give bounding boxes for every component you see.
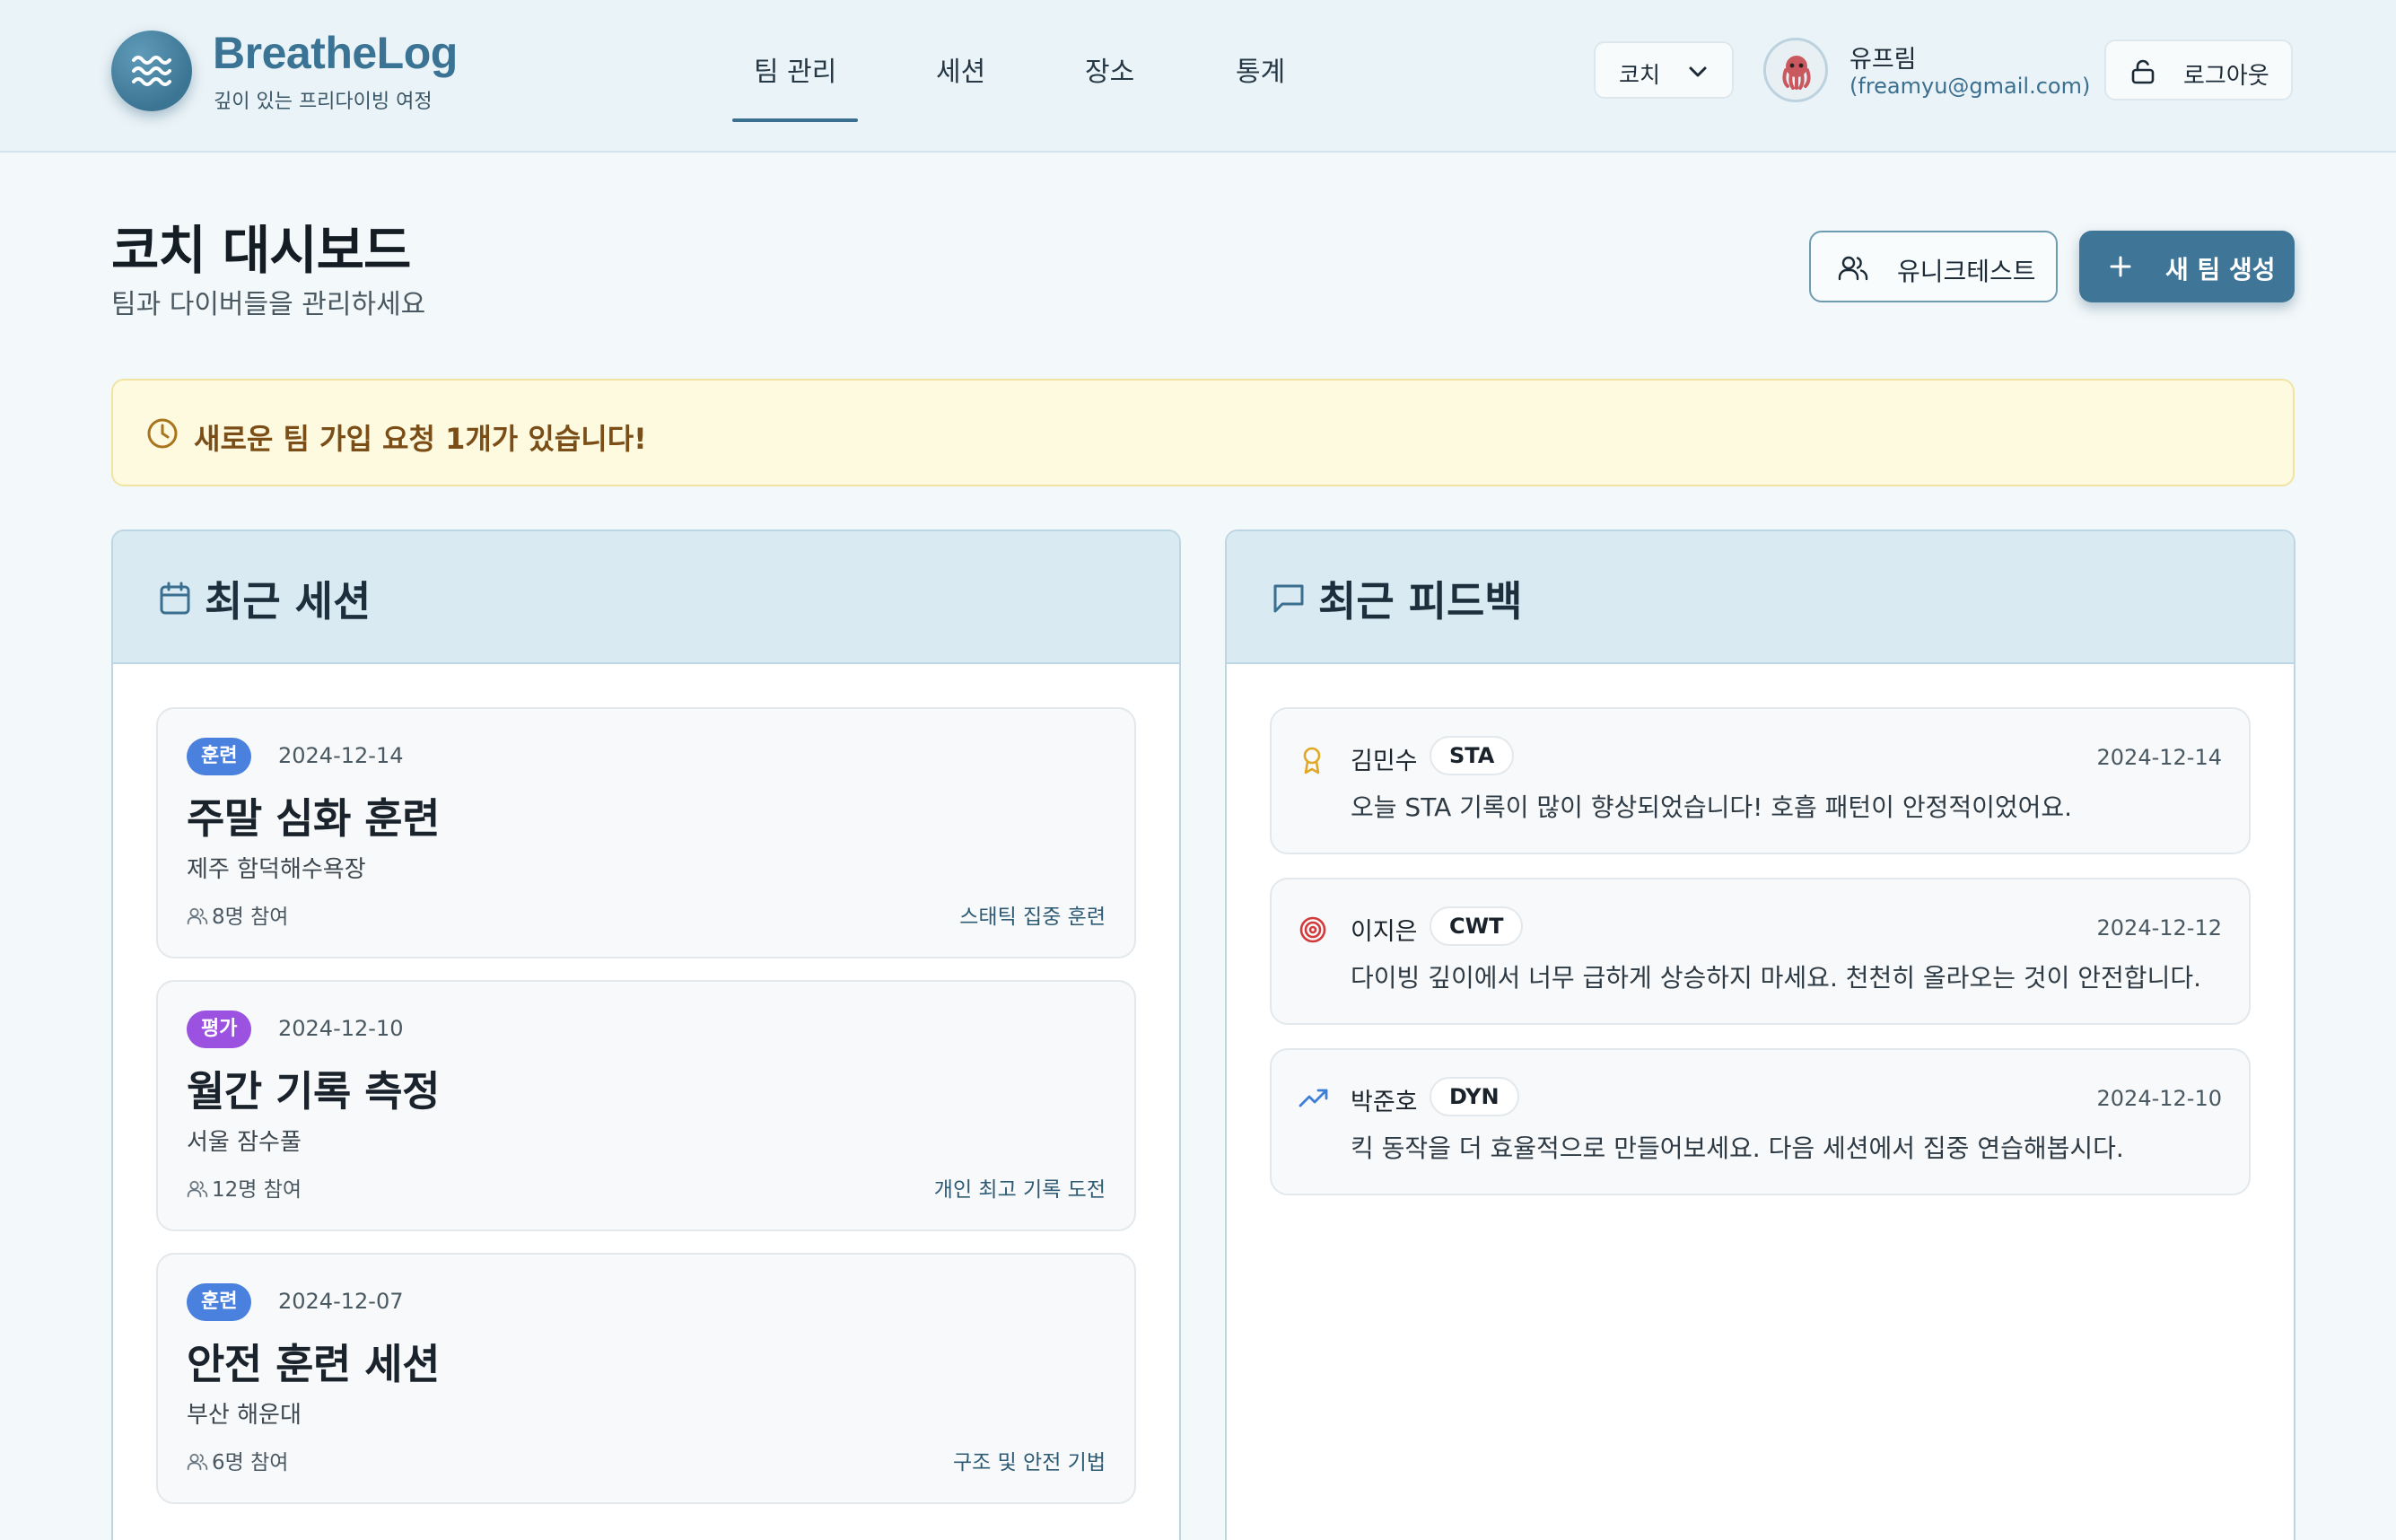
users-icon bbox=[187, 1453, 208, 1471]
recent-feedback-header: 최근 피드백 bbox=[1227, 531, 2294, 664]
recent-feedback-title: 최근 피드백 bbox=[1318, 577, 1523, 626]
session-card[interactable]: 훈련 2024-12-14 주말 심화 훈련 제주 함덕해수욕장 8명 참여 스… bbox=[156, 707, 1136, 958]
session-type-badge: 훈련 bbox=[187, 1283, 252, 1321]
notice-text: 새로운 팀 가입 요청 1개가 있습니다! bbox=[194, 422, 647, 456]
feedback-text: 오늘 STA 기록이 많이 향상되었습니다! 호흡 패턴이 안정적이었어요. bbox=[1351, 792, 2073, 822]
diver-name: 박준호 bbox=[1351, 1089, 1418, 1116]
trending-up-icon bbox=[1299, 1089, 1328, 1107]
recent-feedback-panel: 최근 피드백 김민수 STA 2024-12-14 오늘 STA 기록이 많이 … bbox=[1225, 529, 2295, 1540]
brand-name[interactable]: BreatheLog bbox=[213, 27, 458, 79]
feedback-date: 2024-12-14 bbox=[2096, 745, 2222, 770]
recent-sessions-panel: 최근 세션 훈련 2024-12-14 주말 심화 훈련 제주 함덕해수욕장 8… bbox=[111, 529, 1181, 1540]
participants-count: 12명 참여 bbox=[212, 1178, 302, 1202]
team-select-button[interactable]: 유니크테스트 bbox=[1809, 231, 2058, 302]
users-icon bbox=[1838, 256, 1868, 281]
session-location: 부산 해운대 bbox=[187, 1402, 302, 1429]
page-title: 코치 대시보드 bbox=[111, 220, 411, 281]
user-email: (freamyu@gmail.com) bbox=[1849, 74, 2091, 99]
session-focus: 개인 최고 기록 도전 bbox=[933, 1178, 1106, 1202]
octopus-avatar-icon bbox=[1782, 56, 1811, 90]
session-participants: 8명 참여 bbox=[187, 899, 288, 930]
target-icon bbox=[1299, 916, 1326, 943]
session-title: 주말 심화 훈련 bbox=[187, 794, 440, 843]
session-location: 서울 잠수풀 bbox=[187, 1129, 302, 1156]
message-square-icon bbox=[1273, 584, 1304, 613]
tab-locations[interactable]: 장소 bbox=[1085, 49, 1134, 89]
role-select-value: 코치 bbox=[1619, 62, 1661, 88]
wave-logo-icon[interactable] bbox=[111, 31, 192, 111]
session-location: 제주 함덕해수욕장 bbox=[187, 856, 366, 883]
chevron-down-icon bbox=[1689, 66, 1707, 77]
feedback-card[interactable]: 박준호 DYN 2024-12-10 킥 동작을 더 효율적으로 만들어보세요.… bbox=[1270, 1048, 2251, 1195]
logout-button[interactable]: 로그아웃 bbox=[2104, 39, 2293, 101]
feedback-card[interactable]: 김민수 STA 2024-12-14 오늘 STA 기록이 많이 향상되었습니다… bbox=[1270, 707, 2251, 854]
brand-tagline: 깊이 있는 프리다이빙 여정 bbox=[214, 91, 433, 113]
page-subtitle: 팀과 다이버들을 관리하세요 bbox=[111, 289, 426, 320]
user-name: 유프림 bbox=[1849, 46, 1917, 74]
session-date: 2024-12-14 bbox=[278, 743, 404, 768]
discipline-tag: CWT bbox=[1430, 906, 1524, 946]
recent-sessions-title: 최근 세션 bbox=[205, 577, 372, 626]
top-navigation-bar: BreatheLog 깊이 있는 프리다이빙 여정 팀 관리 세션 장소 통계 … bbox=[0, 0, 2396, 153]
discipline-tag: DYN bbox=[1430, 1077, 1519, 1116]
tab-sessions[interactable]: 세션 bbox=[936, 49, 985, 89]
discipline-tag: STA bbox=[1430, 736, 1515, 775]
avatar[interactable] bbox=[1763, 38, 1828, 102]
users-icon bbox=[187, 907, 208, 925]
create-team-label: 새 팀 생성 bbox=[2165, 255, 2276, 284]
plus-icon bbox=[2110, 256, 2131, 277]
clock-icon bbox=[147, 418, 178, 449]
session-participants: 6명 참여 bbox=[187, 1445, 288, 1475]
feedback-date: 2024-12-12 bbox=[2096, 915, 2222, 941]
tab-team-management[interactable]: 팀 관리 bbox=[754, 49, 836, 89]
join-request-notice[interactable]: 새로운 팀 가입 요청 1개가 있습니다! bbox=[111, 379, 2295, 486]
diver-name: 이지은 bbox=[1351, 918, 1418, 946]
participants-count: 6명 참여 bbox=[212, 1451, 289, 1474]
feedback-text: 다이빙 깊이에서 너무 급하게 상승하지 마세요. 천천히 올라오는 것이 안전… bbox=[1351, 963, 2201, 993]
session-focus: 스태틱 집중 훈련 bbox=[959, 906, 1106, 929]
award-icon bbox=[1303, 747, 1321, 774]
session-card[interactable]: 훈련 2024-12-07 안전 훈련 세션 부산 해운대 6명 참여 구조 및… bbox=[156, 1253, 1136, 1504]
session-date: 2024-12-10 bbox=[278, 1016, 404, 1041]
active-tab-indicator bbox=[732, 118, 858, 122]
unlock-icon bbox=[2131, 59, 2155, 84]
users-icon bbox=[187, 1180, 208, 1198]
session-focus: 구조 및 안전 기법 bbox=[952, 1451, 1106, 1474]
participants-count: 8명 참여 bbox=[212, 906, 289, 929]
session-date: 2024-12-07 bbox=[278, 1289, 404, 1314]
role-select[interactable]: 코치 bbox=[1594, 41, 1734, 99]
session-participants: 12명 참여 bbox=[187, 1172, 302, 1203]
session-title: 월간 기록 측정 bbox=[187, 1067, 440, 1116]
feedback-card[interactable]: 이지은 CWT 2024-12-12 다이빙 깊이에서 너무 급하게 상승하지 … bbox=[1270, 878, 2251, 1025]
session-title: 안전 훈련 세션 bbox=[187, 1340, 440, 1388]
recent-sessions-header: 최근 세션 bbox=[113, 531, 1179, 664]
tab-statistics[interactable]: 통계 bbox=[1236, 49, 1285, 89]
session-type-badge: 훈련 bbox=[187, 738, 252, 775]
session-card[interactable]: 평가 2024-12-10 월간 기록 측정 서울 잠수풀 12명 참여 개인 … bbox=[156, 980, 1136, 1231]
session-type-badge: 평가 bbox=[187, 1011, 252, 1048]
calendar-icon bbox=[160, 582, 190, 615]
create-team-button[interactable]: 새 팀 생성 bbox=[2079, 231, 2295, 302]
logout-label: 로그아웃 bbox=[2183, 63, 2269, 90]
team-select-label: 유니크테스트 bbox=[1897, 257, 2036, 286]
feedback-date: 2024-12-10 bbox=[2096, 1086, 2222, 1111]
feedback-text: 킥 동작을 더 효율적으로 만들어보세요. 다음 세션에서 집중 연습해봅시다. bbox=[1351, 1133, 2124, 1163]
diver-name: 김민수 bbox=[1351, 748, 1418, 775]
